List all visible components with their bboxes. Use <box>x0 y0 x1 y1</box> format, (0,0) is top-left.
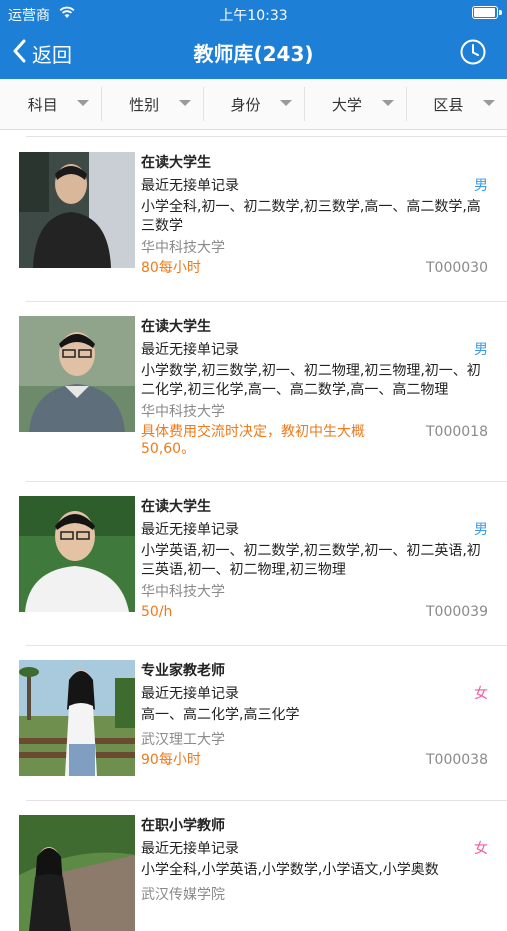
filter-label: 科目 <box>27 95 58 114</box>
teacher-id: T000018 <box>426 424 488 440</box>
teacher-school: 华中科技大学 <box>141 404 225 420</box>
teacher-school: 武汉理工大学 <box>141 732 225 748</box>
teacher-subjects: 小学全科,小学英语,小学数学,小学语文,小学奥数 <box>141 862 439 878</box>
divider <box>26 645 507 646</box>
teacher-photo <box>19 316 135 432</box>
caret-down-icon <box>77 100 90 106</box>
teacher-card[interactable]: 在读大学生 最近无接单记录 男 小学数学,初三数学,初一、初二物理,初三物理,初… <box>0 316 507 486</box>
filter-label: 区县 <box>433 95 464 114</box>
teacher-subjects: 小学数学,初三数学,初一、初二物理,初三物理,初一、初二化学,初三化学,高一、高… <box>141 363 481 398</box>
teacher-title: 在职小学教师 <box>141 818 225 834</box>
teacher-subjects: 高一、高二化学,高三化学 <box>141 707 300 723</box>
teacher-card[interactable]: 在读大学生 最近无接单记录 男 小学全科,初一、初二数学,初三数学,高一、高二数… <box>0 152 507 302</box>
divider <box>26 800 507 801</box>
filter-identity[interactable]: 身份 <box>202 79 304 129</box>
filter-label: 性别 <box>129 95 160 114</box>
page-title: 教师库(243) <box>193 42 314 66</box>
filter-subject[interactable]: 科目 <box>0 79 101 129</box>
teacher-id: T000039 <box>426 604 488 620</box>
teacher-photo <box>19 496 135 612</box>
teacher-photo <box>19 815 135 931</box>
order-record: 最近无接单记录 <box>141 841 239 857</box>
caret-down-icon <box>178 100 191 106</box>
teacher-price: 80每小时 <box>141 260 201 276</box>
teacher-title: 在读大学生 <box>141 319 211 335</box>
filter-label: 大学 <box>331 95 362 114</box>
header: 运营商 上午10:33 返回 教师库(243) <box>0 0 507 79</box>
teacher-id: T000030 <box>426 260 488 276</box>
divider <box>26 301 507 302</box>
divider <box>26 481 507 482</box>
gender-label: 男 <box>474 178 488 194</box>
filter-bar: 科目 性别 身份 大学 区县 <box>0 79 507 130</box>
gender-label: 男 <box>474 522 488 538</box>
teacher-subjects: 小学全科,初一、初二数学,初三数学,高一、高二数学,高三数学 <box>141 199 481 234</box>
status-bar: 运营商 上午10:33 <box>0 0 507 26</box>
teacher-title: 专业家教老师 <box>141 663 225 679</box>
teacher-title: 在读大学生 <box>141 155 211 171</box>
teacher-title: 在读大学生 <box>141 499 211 515</box>
teacher-card[interactable]: 在职小学教师 最近无接单记录 女 小学全科,小学英语,小学数学,小学语文,小学奥… <box>0 815 507 931</box>
nav-bar: 返回 教师库(243) <box>0 26 507 79</box>
teacher-photo <box>19 660 135 776</box>
teacher-card[interactable]: 在读大学生 最近无接单记录 男 小学英语,初一、初二数学,初三数学,初一、初二英… <box>0 496 507 646</box>
battery-icon <box>472 6 502 19</box>
gender-label: 男 <box>474 342 488 358</box>
caret-down-icon <box>280 100 293 106</box>
filter-university[interactable]: 大学 <box>304 79 405 129</box>
teacher-price: 具体费用交流时决定，教初中生大概50,60。 <box>141 424 365 457</box>
teacher-price: 90每小时 <box>141 752 201 768</box>
order-record: 最近无接单记录 <box>141 522 239 538</box>
teacher-subjects: 小学英语,初一、初二数学,初三数学,初一、初二英语,初三英语,初一、初二物理,初… <box>141 543 481 578</box>
teacher-photo <box>19 152 135 268</box>
order-record: 最近无接单记录 <box>141 686 239 702</box>
divider <box>26 136 507 137</box>
clock-icon <box>459 39 487 70</box>
filter-label: 身份 <box>230 95 261 114</box>
filter-district[interactable]: 区县 <box>405 79 507 129</box>
teacher-school: 华中科技大学 <box>141 584 225 600</box>
gender-label: 女 <box>474 686 488 702</box>
filter-gender[interactable]: 性别 <box>101 79 202 129</box>
status-time: 上午10:33 <box>219 8 288 24</box>
caret-down-icon <box>381 100 394 106</box>
teacher-price: 50/h <box>141 604 173 620</box>
caret-down-icon <box>483 100 496 106</box>
teacher-school: 武汉传媒学院 <box>141 887 225 903</box>
gender-label: 女 <box>474 841 488 857</box>
teacher-card[interactable]: 专业家教老师 最近无接单记录 女 高一、高二化学,高三化学 武汉理工大学 90每… <box>0 660 507 810</box>
order-record: 最近无接单记录 <box>141 342 239 358</box>
order-record: 最近无接单记录 <box>141 178 239 194</box>
teacher-id: T000038 <box>426 752 488 768</box>
history-button[interactable] <box>459 38 487 66</box>
teacher-school: 华中科技大学 <box>141 240 225 256</box>
